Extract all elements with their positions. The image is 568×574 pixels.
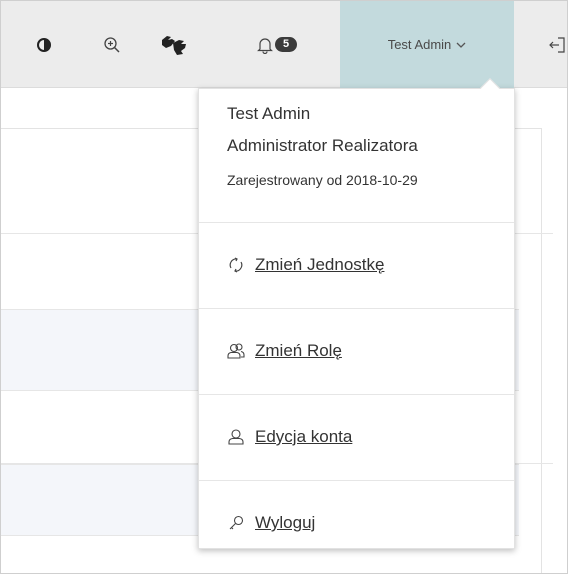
sign-language-button[interactable] (153, 1, 197, 88)
logout-menu-item[interactable]: Wyloguj (227, 508, 315, 538)
bell-icon (257, 36, 273, 54)
divider (199, 394, 514, 395)
zoom-button[interactable] (97, 1, 127, 88)
chevron-down-icon (456, 37, 466, 52)
notification-count-badge: 5 (275, 37, 297, 52)
user-info: Test Admin Administrator Realizatora Zar… (227, 103, 418, 189)
user-role: Administrator Realizatora (227, 136, 418, 155)
contrast-icon (37, 37, 51, 52)
edit-account-menu-item[interactable]: Edycja konta (227, 422, 352, 452)
zoom-in-icon (103, 36, 121, 54)
edit-account-label[interactable]: Edycja konta (255, 427, 352, 447)
change-unit-label[interactable]: Zmień Jednostkę (255, 255, 384, 275)
logout-icon (548, 36, 566, 54)
users-icon (227, 342, 245, 360)
key-icon (227, 514, 245, 532)
app-window: 5 Test Admin Test Admin Administrator Re… (0, 0, 568, 574)
sign-language-icon (159, 34, 191, 56)
change-role-label[interactable]: Zmień Rolę (255, 341, 342, 361)
divider (199, 222, 514, 223)
refresh-icon (227, 256, 245, 274)
logout-button[interactable] (545, 1, 567, 88)
logout-label[interactable]: Wyloguj (255, 513, 315, 533)
contrast-button[interactable] (29, 1, 59, 88)
divider (199, 308, 514, 309)
notifications-button[interactable]: 5 (241, 1, 313, 88)
user-dropdown-menu: Test Admin Administrator Realizatora Zar… (198, 88, 515, 549)
user-name: Test Admin (227, 104, 311, 123)
change-unit-menu-item[interactable]: Zmień Jednostkę (227, 250, 384, 280)
divider (199, 480, 514, 481)
registration-date: Zarejestrowany od 2018-10-29 (227, 172, 418, 188)
change-role-menu-item[interactable]: Zmień Rolę (227, 336, 342, 366)
user-menu-button[interactable]: Test Admin (340, 1, 514, 88)
user-icon (227, 428, 245, 446)
top-toolbar: 5 Test Admin (1, 1, 567, 88)
user-menu-label: Test Admin (387, 37, 452, 52)
